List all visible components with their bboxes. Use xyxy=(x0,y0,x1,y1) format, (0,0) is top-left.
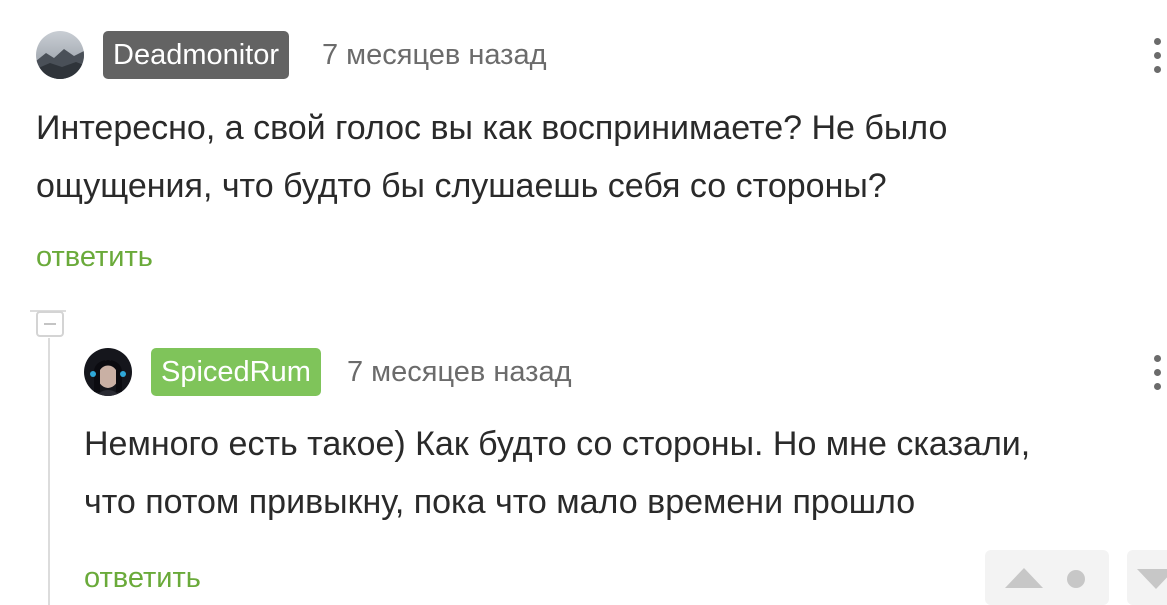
comment-text-line: Немного есть такое) Как будто со стороны… xyxy=(84,425,1031,463)
upvote-arrow-icon[interactable] xyxy=(1005,568,1043,588)
comment-text: Немного есть такое) Как будто со стороны… xyxy=(84,415,1030,531)
username-badge[interactable]: Deadmonitor xyxy=(103,31,290,79)
comment-text: Интересно, а свой голос вы как восприним… xyxy=(36,99,947,215)
thread-line[interactable] xyxy=(48,338,50,605)
downvote-button[interactable] xyxy=(1127,550,1167,605)
rating-control xyxy=(985,550,1109,605)
comment-timestamp[interactable]: 7 месяцев назад xyxy=(347,348,572,396)
more-options-icon[interactable] xyxy=(1142,348,1167,396)
comment-text-line: ощущения, что будто бы слушаешь себя со … xyxy=(36,167,887,205)
username-badge[interactable]: SpicedRum xyxy=(151,348,321,396)
avatar[interactable] xyxy=(36,31,84,79)
comment-text-line: что потом привыкну, пока что мало времен… xyxy=(84,483,916,521)
more-options-icon[interactable] xyxy=(1142,31,1167,79)
comment-text-line: Интересно, а свой голос вы как восприним… xyxy=(36,109,948,147)
reply-link[interactable]: ответить xyxy=(36,237,153,277)
downvote-arrow-icon[interactable] xyxy=(1137,569,1167,589)
comment-timestamp[interactable]: 7 месяцев назад xyxy=(322,31,547,79)
rating-dot-icon xyxy=(1067,570,1085,588)
avatar[interactable] xyxy=(84,348,132,396)
collapse-thread-button[interactable] xyxy=(36,311,64,337)
reply-link[interactable]: ответить xyxy=(84,558,201,598)
